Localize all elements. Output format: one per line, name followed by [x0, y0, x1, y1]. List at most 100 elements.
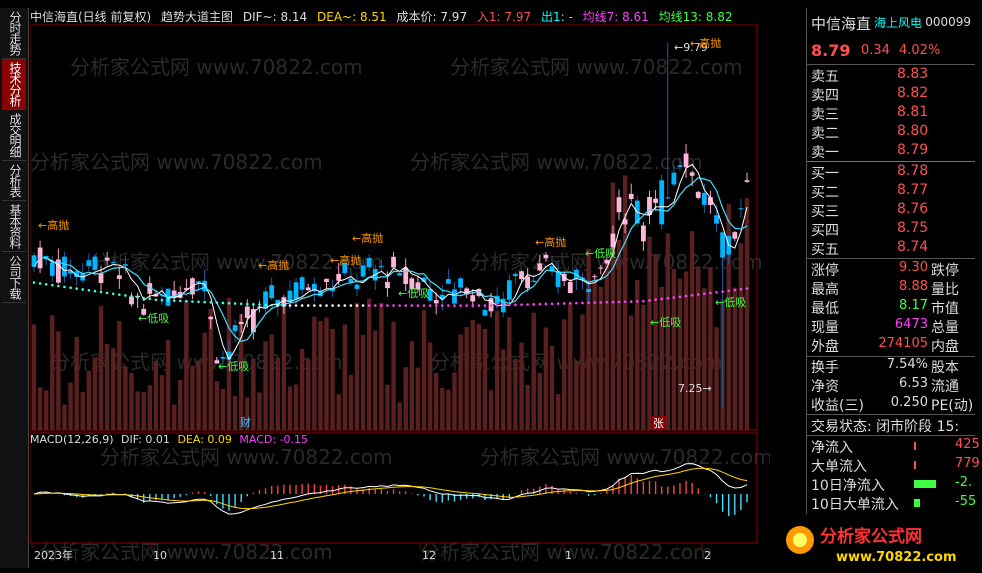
flow-label: 10日净流入: [811, 478, 885, 494]
stat-label: 涨停: [811, 263, 839, 279]
support-dot: [118, 293, 121, 296]
support-dot: [111, 292, 115, 296]
volume-bar: [56, 331, 61, 430]
support-dot: [373, 304, 377, 307]
macd-dif-line: [33, 463, 748, 515]
volume-bar: [568, 303, 573, 430]
vertical-tab-bar: 分时走势 技术分析 成交明细 分析表 基本资料 公司下载: [0, 8, 29, 568]
candle-body: [403, 267, 409, 285]
tab-intraday[interactable]: 分时走势: [2, 8, 26, 59]
candle-body: [232, 325, 238, 332]
support-dot: [721, 290, 724, 293]
tab-fundamentals[interactable]: 基本资料: [2, 201, 26, 252]
site-logo[interactable]: 分析家公式网 www.70822.com: [778, 514, 974, 568]
volume-bar: [62, 404, 67, 430]
stat-label-2: 总量: [931, 320, 959, 336]
candle-body: [720, 232, 726, 258]
candle-body: [86, 260, 92, 267]
candle-body: [378, 266, 384, 268]
app-window: 分时走势 技术分析 成交明细 分析表 基本资料 公司下载 中信海直(日线 前复权…: [0, 0, 982, 573]
macd-name[interactable]: MACD(12,26,9): [30, 433, 114, 446]
support-dot: [489, 304, 493, 307]
support-dot: [428, 304, 432, 307]
support-dot: [672, 296, 676, 299]
candle-body: [49, 262, 55, 276]
volume-bar: [196, 360, 201, 430]
support-dot: [410, 304, 414, 307]
volume-bar: [366, 298, 372, 430]
ask-label: 卖二: [811, 126, 839, 142]
candle-body: [513, 273, 518, 277]
candle-body: [659, 180, 665, 225]
tab-trades[interactable]: 成交明细: [2, 110, 26, 161]
volume-bar: [434, 372, 439, 430]
stat-label: 最低: [811, 301, 839, 317]
candle-body: [543, 254, 549, 259]
candle-body: [123, 264, 128, 266]
candle-body: [689, 172, 695, 176]
bid-price: 8.75: [897, 220, 929, 236]
high-sell-note: ←高抛: [330, 253, 361, 267]
low-label: 7.25→: [678, 382, 712, 395]
stat2-value: 7.54%: [886, 357, 928, 372]
bid-price: 8.78: [897, 163, 929, 179]
high-sell-note: ←高抛: [352, 231, 383, 245]
support-dot: [654, 298, 657, 302]
quote-sector[interactable]: 海上风电: [874, 14, 922, 31]
candle-body: [506, 280, 512, 300]
watermark-text: 分析家公式网 www.70822.com: [30, 150, 323, 174]
support-dot: [745, 287, 749, 290]
stock-title[interactable]: 中信海直(日线 前复权): [30, 10, 151, 24]
stat-row: 最低 8.17 市值: [811, 298, 971, 317]
volume-bar: [494, 310, 500, 430]
support-dot: [69, 286, 72, 290]
stat-value: 9.30: [899, 260, 928, 275]
ask-row: 卖五 8.83: [811, 66, 971, 85]
ask-price: 8.82: [897, 85, 929, 101]
quote-pct: 4.02%: [899, 43, 941, 58]
candle-body: [129, 296, 134, 305]
support-dot: [556, 302, 560, 305]
tab-technical[interactable]: 技术分析: [2, 59, 26, 110]
volume-bar: [409, 341, 415, 430]
ask-price: 8.83: [897, 66, 929, 82]
support-dot: [495, 304, 499, 307]
support-dot: [197, 300, 200, 304]
support-dot: [440, 304, 444, 307]
stat-label-2: 内盘: [931, 339, 959, 355]
tab-analysis[interactable]: 分析表: [2, 161, 26, 201]
candle-body: [586, 288, 591, 293]
bid-label: 买三: [811, 204, 839, 220]
volume-bar: [214, 381, 220, 430]
stat-value: 8.88: [899, 279, 928, 294]
stat2-label: 收益(三): [811, 398, 864, 414]
volume-bar: [519, 342, 524, 430]
volume-bar: [501, 349, 506, 430]
limit-up-marker[interactable]: 张: [653, 417, 664, 430]
ask-row: 卖四 8.82: [811, 85, 971, 104]
date-tick: 12: [422, 549, 436, 562]
support-dot: [416, 304, 420, 307]
volume-bar: [665, 233, 670, 430]
indicator-name[interactable]: 趋势大道主图: [161, 10, 233, 24]
candle-body: [244, 306, 250, 318]
bid-row: 买一 8.78: [811, 163, 971, 182]
candle-body: [445, 279, 451, 284]
candle-body: [238, 321, 244, 325]
volume-bar: [153, 361, 159, 430]
support-dot: [361, 304, 365, 307]
volume-bar: [31, 324, 37, 430]
support-dot: [252, 303, 255, 306]
support-dot: [172, 299, 176, 302]
candlestick-chart[interactable]: 分析家公式网 www.70822.com 分析家公式网 www.70822.com…: [30, 24, 770, 569]
volume-bar: [348, 374, 354, 430]
support-dot: [343, 304, 347, 307]
tab-company[interactable]: 公司下载: [2, 252, 26, 303]
candle-body: [366, 258, 372, 268]
date-tick: 2023年: [34, 548, 73, 562]
high-sell-note: ←高抛: [38, 218, 69, 232]
support-dot: [325, 304, 328, 307]
finance-marker[interactable]: 财: [240, 415, 251, 429]
support-dot: [690, 293, 694, 297]
bid-label: 买一: [811, 166, 839, 182]
